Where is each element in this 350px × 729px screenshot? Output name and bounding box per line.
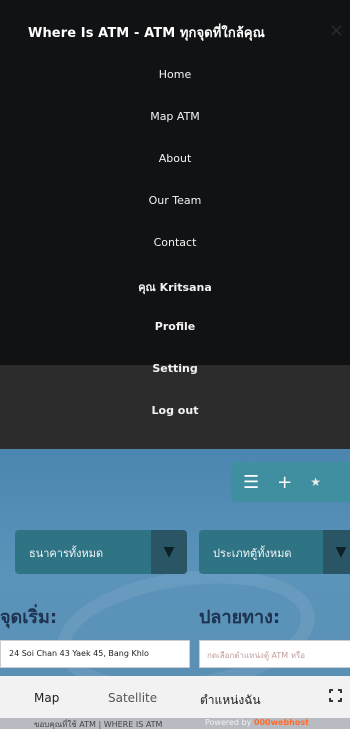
nav-item-profile[interactable]: Profile: [0, 320, 350, 333]
bank-select-label: ธนาคารทั้งหมด: [29, 547, 104, 560]
atm-type-select[interactable]: ประเภทตู้ทั้งหมด ▼: [199, 530, 350, 574]
tab-satellite[interactable]: Satellite: [108, 691, 157, 705]
drawer-top-panel: [0, 0, 350, 365]
atm-type-select-label: ประเภทตู้ทั้งหมด: [213, 547, 292, 560]
map-controls: Map Satellite ตำแหน่งฉัน: [0, 676, 350, 718]
nav-item-user[interactable]: คุณ Kritsana: [0, 278, 350, 296]
nav-item-contact[interactable]: Contact: [0, 236, 350, 249]
nav-item-setting[interactable]: Setting: [0, 362, 350, 375]
map-toolbar: ☰ + ★: [231, 462, 350, 502]
nav-item-our-team[interactable]: Our Team: [0, 194, 350, 207]
start-label: จุดเริ่ม:: [0, 607, 58, 628]
my-location-button[interactable]: ตำแหน่งฉัน: [200, 691, 261, 710]
star-icon[interactable]: ★: [310, 475, 321, 489]
footer-bar: ขอบคุณที่ใช้ ATM | WHERE IS ATM Powered …: [0, 718, 350, 729]
end-input[interactable]: กดเลือกตำแหน่งตู้ ATM หรือ: [199, 640, 350, 668]
add-icon[interactable]: +: [277, 472, 292, 493]
menu-icon[interactable]: ☰: [243, 472, 259, 493]
bank-select[interactable]: ธนาคารทั้งหมด ▼: [15, 530, 187, 574]
tab-map[interactable]: Map: [34, 691, 59, 705]
start-input[interactable]: 24 Soi Chan 43 Yaek 45, Bang Khlo: [0, 640, 190, 668]
nav-item-about[interactable]: About: [0, 152, 350, 165]
powered-by-label: Powered by: [205, 718, 252, 727]
fullscreen-icon[interactable]: [328, 688, 344, 704]
powered-by: Powered by 000webhost: [205, 718, 309, 727]
nav-drawer: Where Is ATM - ATM ทุกจุดที่ใกล้คุณ × Ho…: [0, 0, 350, 449]
close-icon[interactable]: ×: [329, 20, 344, 41]
app-title[interactable]: Where Is ATM - ATM ทุกจุดที่ใกล้คุณ: [28, 22, 265, 43]
end-input-placeholder: กดเลือกตำแหน่งตู้ ATM หรือ: [207, 651, 306, 660]
nav-item-map-atm[interactable]: Map ATM: [0, 110, 350, 123]
nav-item-home[interactable]: Home: [0, 68, 350, 81]
webhost-logo: 000webhost: [253, 718, 309, 727]
chevron-down-icon[interactable]: ▼: [323, 530, 350, 574]
end-label: ปลายทาง:: [199, 607, 281, 628]
chevron-down-icon[interactable]: ▼: [151, 530, 187, 574]
footer-text: ขอบคุณที่ใช้ ATM | WHERE IS ATM: [34, 720, 163, 729]
start-input-value: 24 Soi Chan 43 Yaek 45, Bang Khlo: [9, 649, 149, 658]
nav-item-logout[interactable]: Log out: [0, 404, 350, 417]
